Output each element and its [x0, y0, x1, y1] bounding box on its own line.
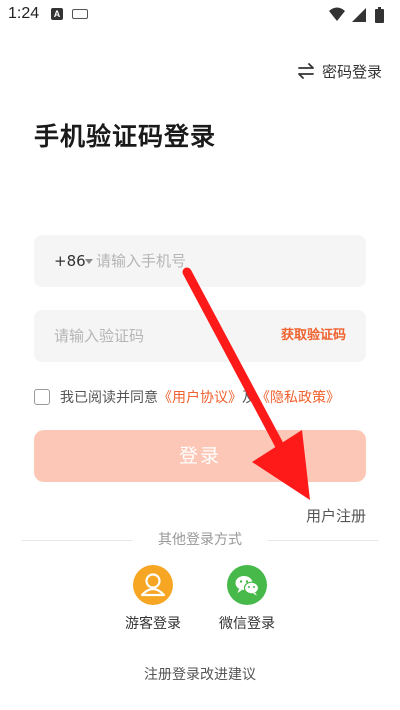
- agreement-row: 我已阅读并同意 《用户协议》 及 《隐私政策》: [34, 386, 340, 408]
- caret-down-icon: [85, 259, 93, 264]
- divider-line: [268, 540, 378, 541]
- code-field: 获取验证码: [34, 310, 366, 362]
- wifi-icon: [329, 7, 345, 21]
- feedback-link[interactable]: 注册登录改进建议: [0, 664, 400, 684]
- notification-a-icon: A: [51, 8, 63, 20]
- password-login-button[interactable]: 密码登录: [298, 60, 382, 82]
- battery-icon: [375, 7, 384, 23]
- wechat-icon: [227, 565, 267, 605]
- signal-icon: [352, 8, 366, 22]
- user-agreement-link[interactable]: 《用户协议》: [158, 387, 242, 407]
- agreement-checkbox[interactable]: [34, 389, 50, 405]
- get-code-button[interactable]: 获取验证码: [281, 310, 346, 362]
- register-link[interactable]: 用户注册: [306, 505, 366, 526]
- agreement-conjunction: 及: [242, 390, 256, 406]
- wechat-login-button[interactable]: 微信登录: [207, 565, 287, 633]
- swap-icon: [298, 63, 314, 79]
- page-title: 手机验证码登录: [34, 122, 217, 151]
- phone-field: +86: [34, 235, 366, 287]
- agreement-prefix: 我已阅读并同意: [60, 390, 158, 406]
- status-time: 1:24: [8, 5, 40, 22]
- keyboard-icon: [72, 9, 88, 19]
- guest-user-icon: [133, 565, 173, 605]
- status-bar: 1:24 A: [0, 0, 400, 30]
- wechat-login-label: 微信登录: [219, 616, 275, 632]
- phone-input[interactable]: [96, 235, 351, 287]
- guest-login-label: 游客登录: [125, 616, 181, 632]
- privacy-policy-link[interactable]: 《隐私政策》: [256, 387, 340, 407]
- login-button[interactable]: 登录: [34, 430, 366, 482]
- guest-login-button[interactable]: 游客登录: [113, 565, 193, 633]
- country-code-selector[interactable]: +86: [54, 235, 86, 287]
- password-login-label: 密码登录: [321, 62, 382, 81]
- other-methods-divider: 其他登录方式: [22, 530, 378, 550]
- verification-code-input[interactable]: [54, 310, 269, 362]
- status-icons: [329, 7, 384, 23]
